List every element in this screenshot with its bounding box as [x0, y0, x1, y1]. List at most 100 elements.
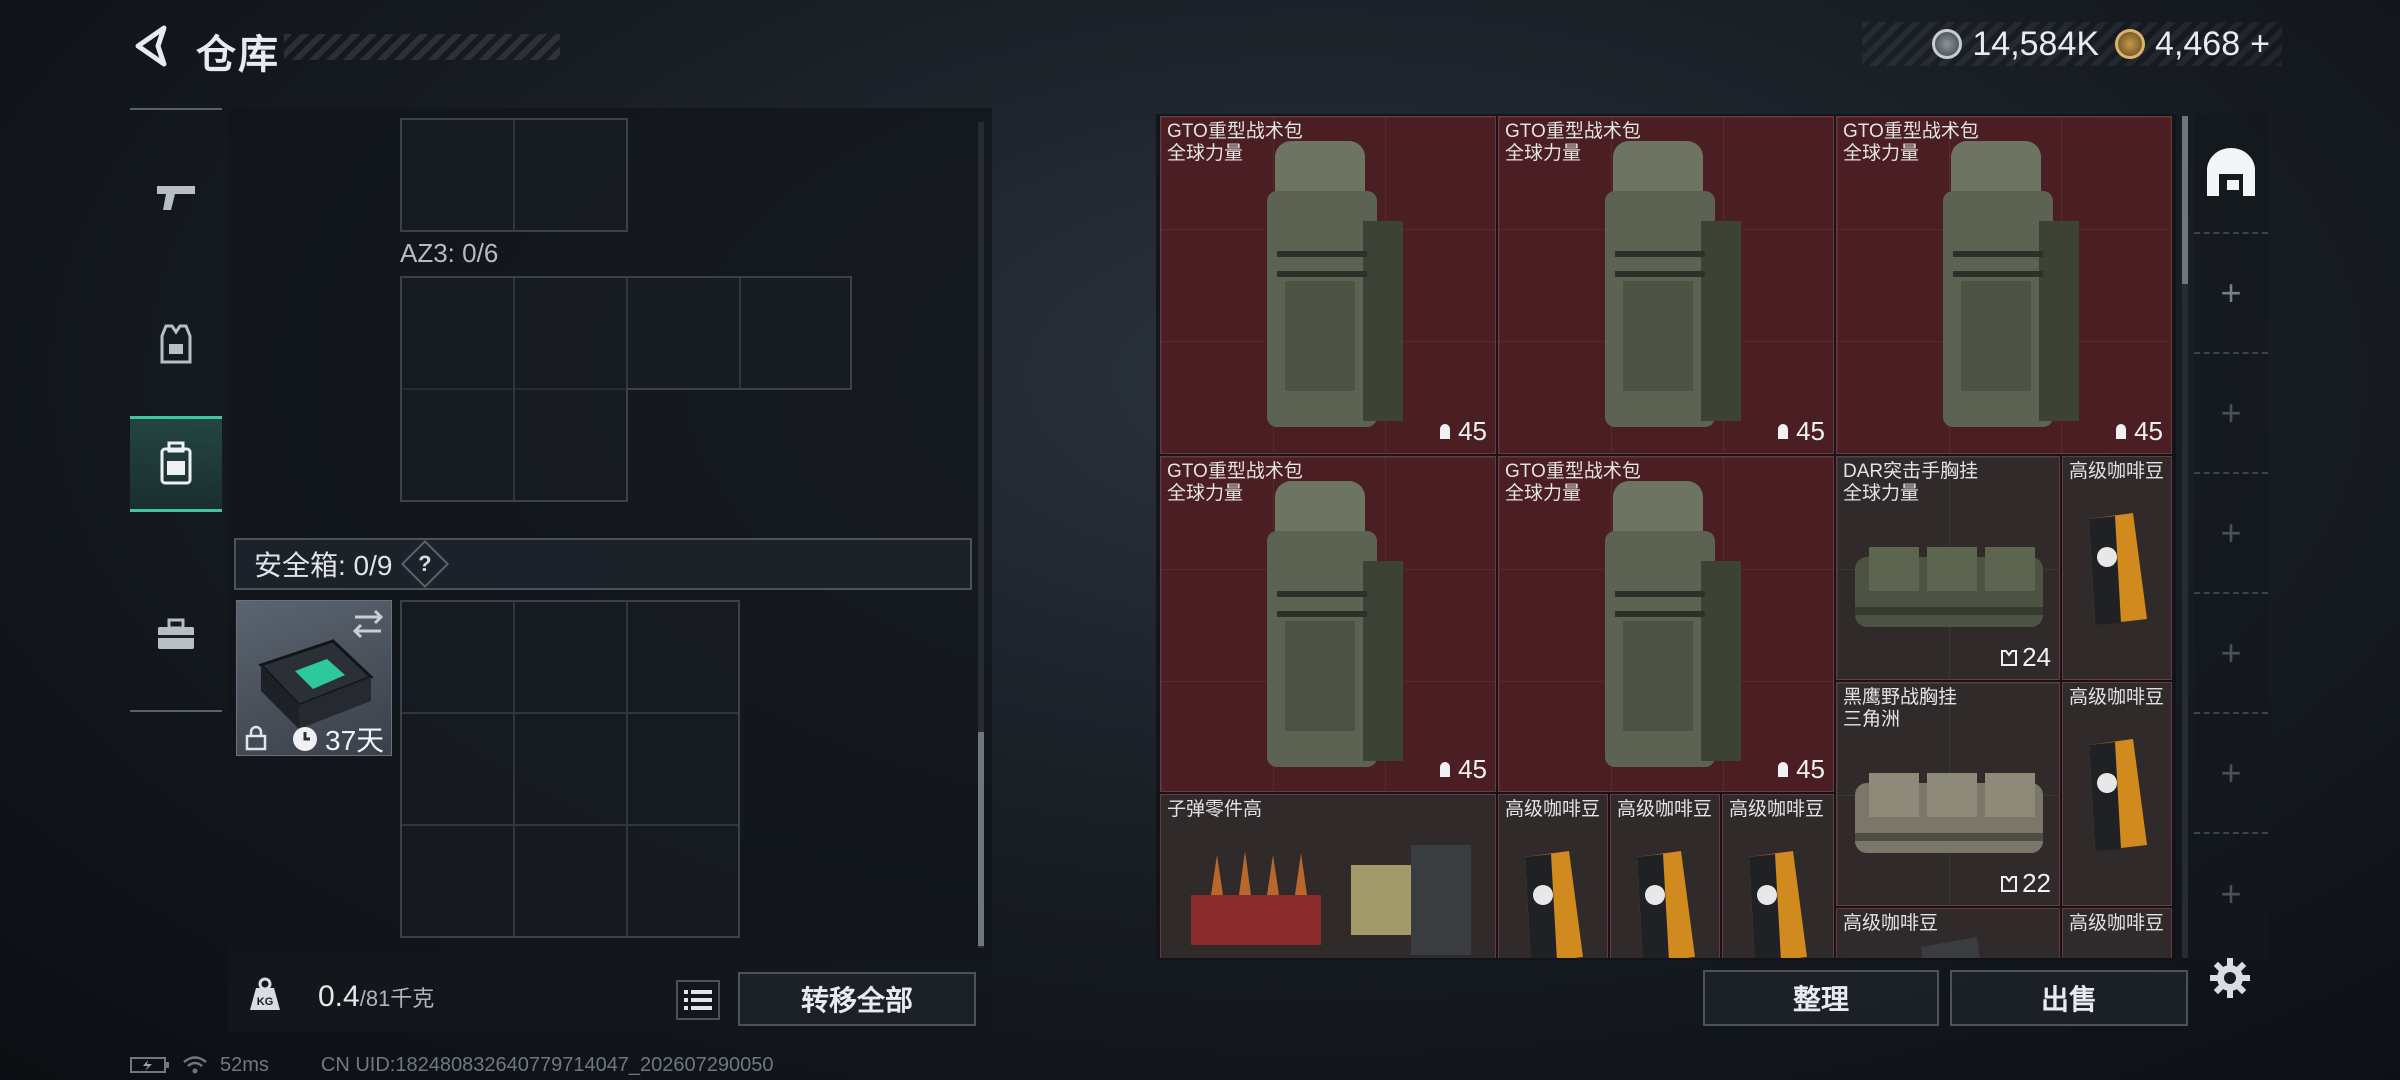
category-tabs: [130, 108, 222, 712]
backpack-image: [1267, 481, 1403, 767]
title-stripe: [284, 34, 560, 60]
toolbox-icon: [158, 618, 194, 649]
rig-capacity-icon: [2001, 875, 2018, 892]
back-arrow-icon[interactable]: [130, 24, 174, 68]
backpack-image: [1943, 141, 2079, 427]
item-count: 45: [1774, 754, 1825, 785]
wifi-icon: [183, 1056, 207, 1074]
item-name: GTO重型战术包 全球力量: [1167, 461, 1303, 504]
silver-currency[interactable]: 14,584K: [1932, 25, 2099, 64]
add-currency-button[interactable]: +: [2250, 25, 2270, 64]
left-bottom-bar: KG 0.4/81千克 转移全部: [228, 958, 992, 1032]
item-name: 高级咖啡豆: [1729, 799, 1825, 820]
az3-label: AZ3: 0/6: [400, 238, 499, 268]
tab-weapons[interactable]: [130, 150, 222, 246]
right-scrollbar-thumb[interactable]: [2182, 116, 2188, 284]
case-timer-text: 37天: [325, 725, 385, 756]
item-name: DAR突击手胸挂 全球力量: [1843, 461, 1979, 504]
item-chest-rig[interactable]: DAR突击手胸挂 全球力量 24: [1836, 456, 2060, 680]
silver-coin-icon: [1932, 29, 1963, 59]
item-coffee[interactable]: 高级咖啡豆: [2062, 456, 2172, 680]
gear-icon[interactable]: [2208, 956, 2252, 1000]
lock-icon: [245, 725, 267, 751]
backpack-icon: [160, 441, 192, 485]
plus-icon: +: [2220, 392, 2242, 433]
safebox-grid[interactable]: [400, 600, 740, 938]
grid-line: [626, 278, 628, 388]
backpack-capacity-icon: [2116, 423, 2127, 439]
backpack-capacity-icon: [1440, 761, 1451, 777]
coffee-bag-image: [2089, 513, 2147, 625]
backpack-image: [1605, 481, 1741, 767]
weight-max: /81千克: [359, 986, 435, 1011]
gold-currency-value: 4,468: [2155, 24, 2241, 63]
help-icon: ?: [418, 550, 433, 576]
item-name: 子弹零件高: [1167, 799, 1263, 820]
coffee-bag-image: [2089, 739, 2147, 851]
item-ammo-parts[interactable]: 子弹零件高: [1160, 794, 1496, 958]
ammo-parts-image: [1191, 845, 1471, 955]
weight-icon: KG: [250, 977, 280, 1010]
grid-line: [513, 120, 515, 230]
item-backpack[interactable]: GTO重型战术包 全球力量 45: [1160, 116, 1496, 454]
item-coffee[interactable]: 高级咖啡豆: [1610, 794, 1720, 958]
item-backpack[interactable]: GTO重型战术包 全球力量 45: [1498, 456, 1834, 792]
warehouse-grid: GTO重型战术包 全球力量 45 GTO重型战术包 全球力量 45 GTO重型战…: [1160, 116, 2172, 958]
item-name: 高级咖啡豆: [1505, 799, 1601, 820]
tab-backpack[interactable]: [130, 416, 222, 512]
gold-currency[interactable]: 4,468 +: [2115, 25, 2270, 64]
item-name: 高级咖啡豆: [1617, 799, 1713, 820]
add-page-button[interactable]: +: [2194, 714, 2268, 834]
item-backpack[interactable]: GTO重型战术包 全球力量 45: [1836, 116, 2172, 454]
plus-icon: +: [2220, 752, 2242, 793]
list-icon: [684, 990, 712, 1010]
left-scrollbar-thumb[interactable]: [978, 732, 984, 946]
safebox-label: 安全箱: 0/9: [254, 550, 393, 581]
warehouse-page-main[interactable]: [2194, 114, 2268, 234]
item-backpack[interactable]: GTO重型战术包 全球力量 45: [1160, 456, 1496, 792]
item-name: GTO重型战术包 全球力量: [1167, 121, 1303, 164]
warehouse-icon: [2207, 148, 2255, 196]
sell-button[interactable]: 出售: [1950, 970, 2188, 1026]
transfer-all-button[interactable]: 转移全部: [738, 972, 976, 1026]
coffee-bag-image: [1749, 851, 1807, 958]
chest-rig-image: [1855, 773, 2043, 853]
item-coffee[interactable]: 高级咖啡豆: [1836, 908, 2060, 958]
item-coffee[interactable]: 高级咖啡豆: [1722, 794, 1834, 958]
add-page-button[interactable]: +: [2194, 354, 2268, 474]
plus-icon: +: [2220, 873, 2242, 914]
gold-coin-icon: [2115, 29, 2146, 59]
item-chest-rig[interactable]: 黑鹰野战胸挂 三角洲 22: [1836, 682, 2060, 906]
tab-armor[interactable]: [130, 296, 222, 392]
currency-bar: 14,584K 4,468 +: [1862, 22, 2282, 66]
item-name: 高级咖啡豆: [2069, 687, 2165, 708]
add-page-button[interactable]: +: [2194, 234, 2268, 354]
backpack-capacity-icon: [1778, 761, 1789, 777]
safebox-header: 安全箱: 0/9 ?: [234, 538, 972, 590]
backpack-capacity-icon: [1778, 423, 1789, 439]
backpack-image: [1267, 141, 1403, 427]
item-backpack[interactable]: GTO重型战术包 全球力量 45: [1498, 116, 1834, 454]
chest-rig-image: [1855, 547, 2043, 627]
item-coffee[interactable]: 高级咖啡豆: [1498, 794, 1608, 958]
add-page-button[interactable]: +: [2194, 594, 2268, 714]
add-page-button[interactable]: +: [2194, 834, 2268, 954]
sort-button[interactable]: 整理: [1703, 970, 1939, 1026]
battery-icon: [130, 1057, 169, 1073]
item-coffee[interactable]: 高级咖啡豆: [2062, 682, 2172, 906]
uid-text: CN UID:1824808326407797140​47_2026072900…: [320, 1053, 774, 1076]
plus-icon: +: [2220, 512, 2242, 553]
item-coffee[interactable]: 高级咖啡豆: [2062, 908, 2172, 958]
help-button[interactable]: ?: [401, 539, 450, 589]
item-count: 22: [2000, 868, 2051, 899]
add-page-button[interactable]: +: [2194, 474, 2268, 594]
item-count: 45: [1436, 416, 1487, 447]
item-name: GTO重型战术包 全球力量: [1843, 121, 1979, 164]
safebox-item[interactable]: 37天: [236, 600, 392, 756]
item-name: GTO重型战术包 全球力量: [1505, 461, 1641, 504]
tab-toolbox[interactable]: [130, 586, 222, 682]
page-title: 仓库: [196, 33, 280, 77]
list-view-button[interactable]: [676, 980, 720, 1020]
item-name: 黑鹰野战胸挂 三角洲: [1843, 687, 1958, 730]
weight-value: 0.4: [318, 980, 360, 1013]
